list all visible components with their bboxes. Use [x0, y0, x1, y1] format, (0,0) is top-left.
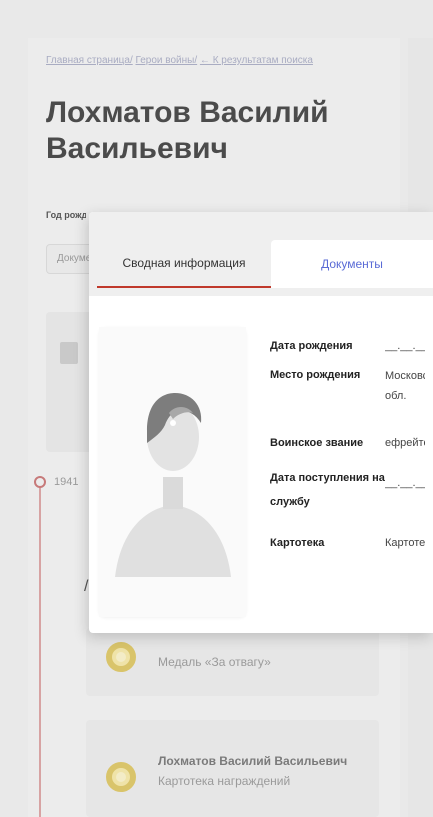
modal-tab-bar: Сводная информация Документы	[89, 212, 433, 296]
award-subtitle: Картотека награждений	[158, 774, 291, 788]
medal-icon	[106, 762, 136, 792]
award-person-name: Лохматов Василий Васильевич	[158, 754, 348, 768]
tab-summary-label: Сводная информация	[122, 256, 246, 270]
breadcrumb: Главная страница/ Герои войны/ ← К резул…	[46, 55, 313, 66]
birth-year-label: Год рождения	[46, 210, 86, 220]
summary-modal: Сводная информация Документы Дата рожден…	[89, 212, 433, 633]
timeline-dot-icon	[34, 476, 46, 488]
breadcrumb-heroes-link[interactable]: Герои войны/	[136, 55, 198, 66]
avatar-placeholder-icon	[99, 327, 246, 617]
page-title: Лохматов Василий Васильевич	[46, 96, 329, 165]
award-title: Медаль «За отвагу»	[158, 655, 271, 669]
medal-icon	[106, 642, 136, 672]
field-value: ефрейтор	[385, 437, 425, 449]
field-value: __.__.____	[385, 340, 425, 352]
field-label: Место рождения	[270, 369, 361, 381]
person-photo-placeholder	[99, 327, 246, 617]
field-label: Дата рождения	[270, 340, 353, 352]
field-value: Картотека	[385, 537, 425, 549]
timeline-year: 1941	[54, 476, 79, 488]
field-value: __.__.____	[385, 477, 425, 489]
background-divider: /	[84, 578, 89, 595]
field-label: Дата поступления на службу	[270, 472, 385, 508]
tab-documents[interactable]: Документы	[271, 240, 433, 288]
document-icon	[60, 342, 78, 364]
breadcrumb-back-link[interactable]: ← К результатам поиска	[200, 55, 313, 66]
tab-summary[interactable]: Сводная информация	[97, 240, 271, 288]
field-value: Московская обл. Ста	[385, 370, 425, 402]
award-card[interactable]: Медаль «За отвагу»	[86, 628, 379, 696]
field-label: Воинское звание	[270, 437, 364, 449]
tab-documents-label: Документы	[321, 257, 383, 271]
field-label: Картотека	[270, 537, 325, 549]
breadcrumb-home-link[interactable]: Главная страница/	[46, 55, 133, 66]
award-card[interactable]: Лохматов Василий Васильевич Картотека на…	[86, 720, 379, 817]
timeline-line	[39, 482, 41, 817]
